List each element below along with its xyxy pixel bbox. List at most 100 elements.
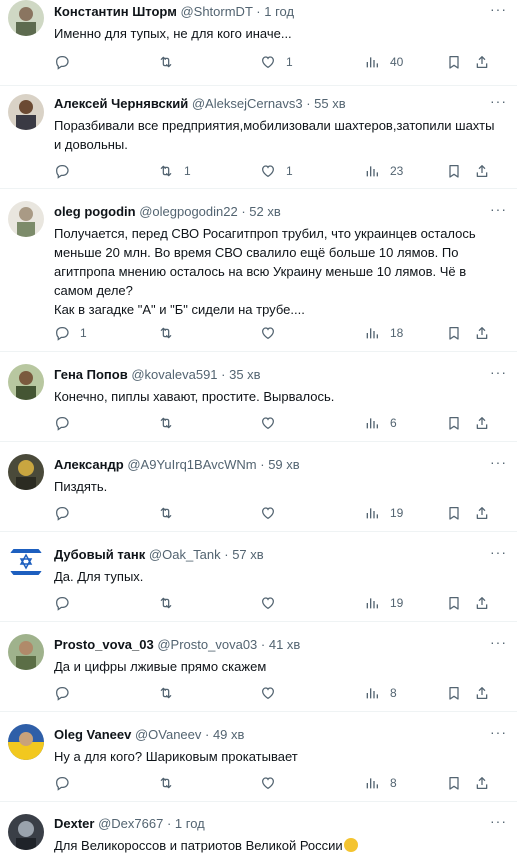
tweet[interactable]: Гена Попов @kovaleva591 · 35 хв ··· Коне… [0,352,517,442]
views-button[interactable]: 19 [364,593,403,613]
retweet-button[interactable] [158,413,184,433]
tweet-time[interactable]: · 57 хв [224,547,263,562]
retweet-button[interactable] [158,52,184,72]
retweet-button[interactable] [158,683,184,703]
tweet-time[interactable]: · 1 год [256,4,294,19]
like-button[interactable]: 1 [260,161,293,181]
like-button[interactable] [260,413,286,433]
user-name[interactable]: Prosto_vova_03 [54,637,154,652]
views-button[interactable]: 6 [364,413,397,433]
like-button[interactable]: 1 [260,52,293,72]
tweet-time[interactable]: · 49 хв [205,727,244,742]
user-name[interactable]: Дубовый танк [54,547,145,562]
bookmark-button[interactable] [446,503,462,523]
user-handle[interactable]: @olegpogodin22 [139,204,238,219]
tweet[interactable]: Dexter @Dex7667 · 1 год ··· Для Великоро… [0,802,517,860]
user-name[interactable]: Oleg Vaneev [54,727,131,742]
views-button[interactable]: 19 [364,503,403,523]
more-icon[interactable]: ··· [490,94,507,108]
user-name[interactable]: Гена Попов [54,367,128,382]
views-button[interactable]: 23 [364,161,403,181]
like-button[interactable] [260,593,286,613]
share-button[interactable] [474,323,490,343]
user-name[interactable]: Константин Шторм [54,4,177,19]
share-button[interactable] [474,413,490,433]
bookmark-button[interactable] [446,161,462,181]
views-button[interactable]: 18 [364,323,403,343]
user-name[interactable]: Dexter [54,816,94,831]
reply-button[interactable] [54,593,80,613]
bookmark-button[interactable] [446,683,462,703]
bookmark-button[interactable] [446,413,462,433]
tweet[interactable]: Oleg Vaneev @OVaneev · 49 хв ··· Ну а дл… [0,712,517,802]
like-button[interactable] [260,503,286,523]
bookmark-button[interactable] [446,323,462,343]
like-button[interactable] [260,773,286,793]
reply-button[interactable] [54,503,80,523]
reply-button[interactable] [54,773,80,793]
tweet[interactable]: Константин Шторм @ShtormDT · 1 год ··· И… [0,0,517,86]
user-name[interactable]: Алексей Чернявский [54,96,188,111]
views-button[interactable]: 8 [364,683,397,703]
user-handle[interactable]: @OVaneev [135,727,201,742]
share-button[interactable] [474,683,490,703]
tweet[interactable]: Александр @A9YuIrq1BAvcWNm · 59 хв ··· П… [0,442,517,532]
user-name[interactable]: Александр [54,457,124,472]
more-icon[interactable]: ··· [490,202,507,216]
tweet-time[interactable]: · 55 хв [306,96,345,111]
more-icon[interactable]: ··· [490,2,507,16]
avatar[interactable] [8,201,44,237]
share-button[interactable] [474,161,490,181]
views-button[interactable]: 8 [364,773,397,793]
user-handle[interactable]: @ShtormDT [180,4,252,19]
avatar[interactable] [8,814,44,850]
share-button[interactable] [474,52,490,72]
share-button[interactable] [474,503,490,523]
avatar[interactable] [8,454,44,490]
tweet-time[interactable]: · 59 хв [260,457,299,472]
more-icon[interactable]: ··· [490,725,507,739]
avatar[interactable] [8,544,44,580]
bookmark-button[interactable] [446,773,462,793]
user-handle[interactable]: @Prosto_vova03 [157,637,257,652]
tweet[interactable]: Prosto_vova_03 @Prosto_vova03 · 41 хв ··… [0,622,517,712]
retweet-button[interactable] [158,773,184,793]
tweet-time[interactable]: · 1 год [167,816,205,831]
tweet-time[interactable]: · 52 хв [241,204,280,219]
tweet-time[interactable]: · 41 хв [261,637,300,652]
avatar[interactable] [8,634,44,670]
avatar[interactable] [8,94,44,130]
more-icon[interactable]: ··· [490,365,507,379]
avatar[interactable] [8,724,44,760]
retweet-button[interactable] [158,323,184,343]
more-icon[interactable]: ··· [490,635,507,649]
reply-button[interactable] [54,683,80,703]
reply-button[interactable] [54,413,80,433]
reply-button[interactable] [54,161,80,181]
more-icon[interactable]: ··· [490,455,507,469]
tweet[interactable]: Алексей Чернявский @AleksejCernavs3 · 55… [0,86,517,189]
retweet-button[interactable] [158,593,184,613]
like-button[interactable] [260,683,286,703]
user-handle[interactable]: @Dex7667 [98,816,163,831]
user-handle[interactable]: @Oak_Tank [149,547,221,562]
more-icon[interactable]: ··· [490,545,507,559]
user-handle[interactable]: @AleksejCernavs3 [192,96,303,111]
avatar[interactable] [8,364,44,400]
tweet[interactable]: oleg pogodin @olegpogodin22 · 52 хв ··· … [0,189,517,352]
avatar[interactable] [8,0,44,36]
share-button[interactable] [474,593,490,613]
bookmark-button[interactable] [446,593,462,613]
user-handle[interactable]: @A9YuIrq1BAvcWNm [127,457,256,472]
reply-button[interactable]: 1 [54,323,87,343]
bookmark-button[interactable] [446,52,462,72]
user-name[interactable]: oleg pogodin [54,204,136,219]
tweet-time[interactable]: · 35 хв [221,367,260,382]
like-button[interactable] [260,323,286,343]
user-handle[interactable]: @kovaleva591 [131,367,217,382]
tweet[interactable]: Дубовый танк @Oak_Tank · 57 хв ··· Да. Д… [0,532,517,622]
retweet-button[interactable] [158,503,184,523]
views-button[interactable]: 40 [364,52,403,72]
more-icon[interactable]: ··· [490,814,507,828]
reply-button[interactable] [54,52,80,72]
